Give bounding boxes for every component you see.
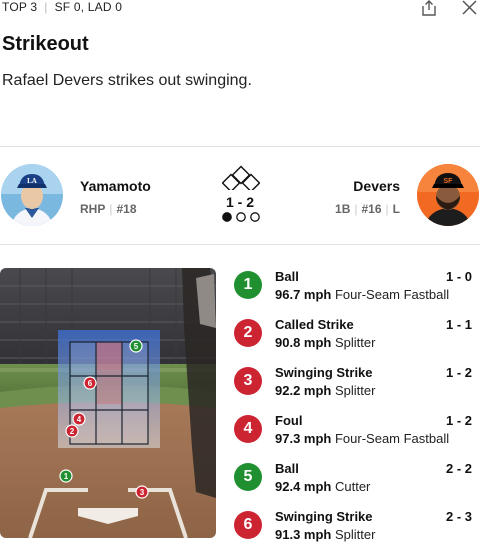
strike-zone-graphic: 1 2 3 4 5 6 — [0, 268, 216, 538]
pitch-type: Splitter — [334, 383, 376, 398]
pitch-speed: 90.8 mph Splitter — [275, 335, 375, 350]
pitch-count: 1 - 2 — [445, 365, 472, 380]
pitcher-meta: RHP | #18 — [80, 202, 137, 216]
pitch-type: Splitter — [334, 335, 376, 350]
pitcher-avatar[interactable]: LA — [1, 164, 63, 226]
share-icon — [422, 0, 436, 16]
pitch-type: Cutter — [334, 479, 371, 494]
pitch-result: Called Strike — [275, 317, 354, 332]
pitch-result: Swinging Strike — [275, 365, 373, 380]
inning-label: TOP 3 — [2, 0, 38, 14]
pitch-velocity: 90.8 mph — [275, 335, 332, 350]
pitch-result: Swinging Strike — [275, 509, 373, 524]
pitch-location-marker[interactable]: 2 — [65, 424, 79, 438]
pitch-result: Ball — [275, 461, 299, 476]
pitch-count: 1 - 0 — [445, 269, 472, 284]
out-dot — [222, 212, 232, 222]
pitch-speed: 91.3 mph Splitter — [275, 527, 375, 542]
pitch-speed: 97.3 mph Four-Seam Fastball — [275, 431, 449, 446]
pitch-marker-label: 2 — [70, 427, 75, 436]
pitcher-position: RHP — [80, 202, 106, 216]
close-button[interactable] — [461, 0, 478, 16]
pitch-velocity: 96.7 mph — [275, 287, 332, 302]
score-label: SF 0, LAD 0 — [54, 0, 123, 14]
pitch-location-marker[interactable]: 4 — [72, 412, 86, 426]
pitch-result: Ball — [275, 269, 299, 284]
pitch-number-badge: 2 — [234, 319, 262, 347]
play-description: Rafael Devers strikes out swinging. — [2, 72, 252, 89]
pitch-speed: 92.2 mph Splitter — [275, 383, 375, 398]
batter-position: 1B — [335, 202, 351, 216]
meta-separator: | — [354, 202, 358, 216]
status-separator: | — [44, 0, 48, 14]
pitch-velocity: 97.3 mph — [275, 431, 332, 446]
pitch-row[interactable]: 6 Swinging Strike 2 - 3 91.3 mph Splitte… — [232, 505, 480, 545]
top-bar: TOP 3 | SF 0, LAD 0 — [0, 0, 480, 16]
pitch-type: Four-Seam Fastball — [334, 287, 450, 302]
pitch-type: Four-Seam Fastball — [334, 431, 450, 446]
pitch-location-marker[interactable]: 6 — [83, 376, 97, 390]
pitch-row[interactable]: 4 Foul 1 - 2 97.3 mph Four-Seam Fastball — [232, 409, 480, 455]
svg-text:LA: LA — [27, 177, 37, 185]
pitch-marker-label: 1 — [64, 472, 69, 481]
pitch-number-badge: 5 — [234, 463, 262, 491]
out-dot — [250, 212, 260, 222]
batter-headshot: SF — [417, 164, 479, 226]
pitcher-number: #18 — [116, 202, 137, 216]
pitch-row[interactable]: 3 Swinging Strike 1 - 2 92.2 mph Splitte… — [232, 361, 480, 407]
pitch-number-badge: 1 — [234, 271, 262, 299]
batter-name[interactable]: Devers — [353, 178, 400, 194]
ball-strike-count: 1 - 2 — [225, 194, 254, 210]
close-icon — [462, 0, 477, 15]
pitch-marker-label: 5 — [134, 342, 139, 351]
pitch-location-marker[interactable]: 3 — [135, 485, 149, 499]
pitch-type: Splitter — [334, 527, 376, 542]
pitch-result: Foul — [275, 413, 303, 428]
pitch-count: 1 - 2 — [445, 413, 472, 428]
pitch-number-badge: 6 — [234, 511, 262, 539]
pitch-marker-label: 6 — [88, 379, 93, 388]
pitcher-headshot: LA — [1, 164, 63, 226]
pitch-marker-label: 4 — [77, 415, 82, 424]
bases-diamond — [222, 165, 260, 190]
batter-bats: L — [392, 202, 400, 216]
batter-meta: 1B | #16 | L — [335, 202, 400, 216]
pitch-marker-label: 3 — [140, 488, 145, 497]
pitch-location-marker[interactable]: 5 — [129, 339, 143, 353]
divider — [0, 146, 480, 147]
meta-separator: | — [385, 202, 389, 216]
pitch-count: 2 - 3 — [445, 509, 472, 524]
meta-separator: | — [109, 202, 113, 216]
pitch-velocity: 92.2 mph — [275, 383, 332, 398]
pitch-count: 2 - 2 — [445, 461, 472, 476]
batter-number: #16 — [361, 202, 382, 216]
outs-indicator — [222, 212, 260, 222]
pitch-speed: 96.7 mph Four-Seam Fastball — [275, 287, 449, 302]
batter-avatar[interactable]: SF — [417, 164, 479, 226]
svg-text:SF: SF — [444, 178, 454, 185]
pitch-number-badge: 4 — [234, 415, 262, 443]
game-status: TOP 3 | SF 0, LAD 0 — [2, 0, 122, 14]
pitch-row[interactable]: 5 Ball 2 - 2 92.4 mph Cutter — [232, 457, 480, 503]
pitch-count: 1 - 1 — [445, 317, 472, 332]
pitch-speed: 92.4 mph Cutter — [275, 479, 370, 494]
out-dot — [236, 212, 246, 222]
divider — [0, 244, 480, 245]
pitch-location-marker[interactable]: 1 — [59, 469, 73, 483]
pitch-number-badge: 3 — [234, 367, 262, 395]
strike-zone-panel: 1 2 3 4 5 6 — [0, 268, 216, 538]
play-title: Strikeout — [2, 33, 89, 55]
pitcher-name[interactable]: Yamamoto — [80, 178, 151, 194]
pitch-velocity: 91.3 mph — [275, 527, 332, 542]
pitch-row[interactable]: 2 Called Strike 1 - 1 90.8 mph Splitter — [232, 313, 480, 359]
share-button[interactable] — [420, 0, 438, 16]
pitch-velocity: 92.4 mph — [275, 479, 332, 494]
pitch-row[interactable]: 1 Ball 1 - 0 96.7 mph Four-Seam Fastball — [232, 265, 480, 311]
